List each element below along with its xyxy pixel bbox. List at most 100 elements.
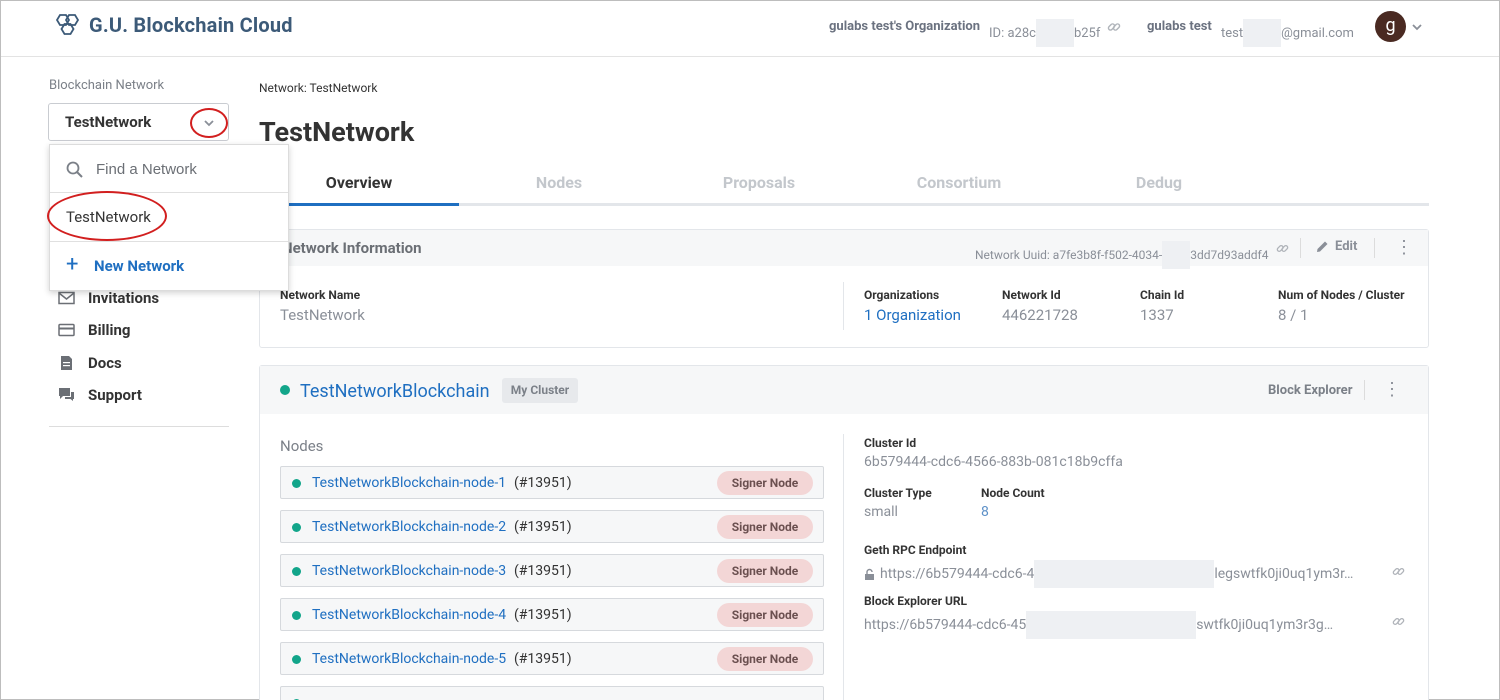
network-id-label: Network Id (1002, 288, 1061, 302)
geth-suffix: legswtfk0ji0uq1ym3r… (1214, 566, 1354, 582)
active-tab-indicator (259, 203, 459, 206)
node-link[interactable]: TestNetworkBlockchain-node-5 (312, 651, 506, 667)
hexagon-logo-icon (55, 14, 80, 35)
redacted-area (1035, 19, 1074, 47)
organizations-link[interactable]: 1 Organization (864, 306, 961, 324)
org-id-suffix: b25f (1073, 25, 1101, 41)
sidebar-item-billing[interactable]: Billing (58, 321, 130, 339)
num-nodes-value: 8 / 1 (1278, 306, 1309, 324)
sidebar-item-invitations[interactable]: Invitations (58, 289, 159, 307)
chevron-down-icon[interactable] (1411, 21, 1423, 33)
signer-node-badge: Signer Node (717, 603, 813, 627)
link-icon[interactable] (1392, 565, 1405, 578)
node-count-value: 8 (981, 504, 989, 520)
node-row: TestNetworkBlockchain-node-3 (#13951) Si… (280, 554, 824, 587)
node-id: (#13951) (514, 607, 572, 623)
block-explorer-button[interactable]: Block Explorer (1268, 383, 1352, 398)
network-search-input[interactable] (96, 157, 276, 181)
organization-name[interactable]: gulabs test's Organization (829, 19, 980, 34)
block-explorer-url[interactable]: https://6b579444-cdc6-45 swtfk0ji0uq1ym3… (864, 611, 1333, 639)
explorer-suffix: swtfk0ji0uq1ym3r3g… (1196, 617, 1334, 633)
cluster-card: TestNetworkBlockchain My Cluster Block E… (259, 365, 1429, 700)
app-logo[interactable]: G.U. Blockchain Cloud (53, 13, 293, 37)
cluster-type-value: small (864, 504, 898, 520)
document-icon (61, 356, 72, 370)
user-name[interactable]: gulabs test (1147, 19, 1212, 34)
chat-icon (59, 388, 74, 401)
uuid-suffix: 3dd7d93addf4 (1190, 248, 1269, 262)
signer-node-badge: Signer Node (717, 559, 813, 583)
link-icon[interactable] (1276, 242, 1289, 255)
geth-rpc-endpoint[interactable]: https://6b579444-cdc6-4 legswtfk0ji0uq1y… (864, 560, 1353, 588)
plus-icon: + (66, 252, 79, 277)
selected-network: TestNetwork (65, 113, 152, 131)
new-network-button[interactable]: + New Network (50, 242, 288, 290)
dropdown-toggle-highlight[interactable] (190, 108, 228, 138)
geth-rpc-label: Geth RPC Endpoint (864, 543, 967, 557)
tab-proposals[interactable]: Proposals (659, 173, 859, 192)
redacted-area (1026, 611, 1197, 639)
edit-label: Edit (1335, 239, 1358, 254)
sidebar-item-label: Invitations (88, 289, 160, 307)
node-row: TestNetworkBlockchain-node-5 (#13951) Si… (280, 642, 824, 675)
signer-node-badge: Signer Node (717, 471, 813, 495)
geth-prefix: https://6b579444-cdc6-4 (880, 566, 1035, 582)
chain-id-value: 1337 (1140, 306, 1174, 324)
avatar[interactable]: g (1375, 11, 1406, 42)
status-dot (292, 611, 301, 620)
signer-node-badge: Signer Node (717, 647, 813, 671)
cluster-type-label: Cluster Type (864, 486, 932, 500)
node-id: (#13951) (514, 475, 572, 491)
node-count-label: Node Count (981, 486, 1045, 500)
more-options-icon[interactable]: ⋮ (1383, 381, 1401, 399)
cluster-header: TestNetworkBlockchain My Cluster Block E… (260, 366, 1428, 414)
network-selector[interactable]: TestNetwork (48, 103, 229, 141)
network-name-label: Network Name (280, 288, 361, 302)
lock-icon (865, 568, 874, 580)
node-link[interactable]: TestNetworkBlockchain-node-1 (312, 475, 506, 491)
signer-node-badge: Signer Node (717, 515, 813, 539)
num-nodes-label: Num of Nodes / Cluster (1278, 288, 1405, 302)
org-id-prefix: ID: a28c (989, 25, 1036, 41)
user-email: test @gmail.com (1221, 19, 1354, 47)
email-suffix: @gmail.com (1281, 25, 1354, 41)
tab-nodes[interactable]: Nodes (459, 173, 659, 192)
sidebar-item-label: Docs (88, 354, 122, 372)
status-dot (292, 523, 301, 532)
more-options-icon[interactable]: ⋮ (1395, 239, 1413, 257)
tab-consortium[interactable]: Consortium (859, 173, 1059, 192)
divider (1364, 380, 1365, 400)
redacted-area (1243, 19, 1282, 47)
node-link[interactable]: TestNetworkBlockchain-node-3 (312, 563, 506, 579)
email-prefix: test (1221, 25, 1244, 41)
node-link[interactable]: TestNetworkBlockchain-node-4 (312, 607, 506, 623)
nodes-label: Nodes (280, 437, 324, 455)
chain-id-label: Chain Id (1140, 288, 1185, 302)
status-dot (280, 385, 290, 395)
network-name-value: TestNetwork (280, 306, 365, 324)
node-row-partial (280, 686, 824, 700)
sidebar-item-support[interactable]: Support (58, 386, 142, 404)
divider (843, 282, 844, 330)
card-title: Network Information (282, 239, 422, 257)
search-icon (66, 161, 83, 178)
new-network-label: New Network (94, 257, 185, 275)
node-id: (#13951) (514, 651, 572, 667)
node-link[interactable]: TestNetworkBlockchain-node-2 (312, 519, 506, 535)
tab-overview[interactable]: Overview (259, 173, 459, 192)
node-row: TestNetworkBlockchain-node-2 (#13951) Si… (280, 510, 824, 543)
cluster-id-label: Cluster Id (864, 436, 917, 450)
uuid-prefix: Network Uuid: a7fe3b8f-f502-4034- (975, 248, 1163, 262)
sidebar-item-docs[interactable]: Docs (58, 354, 122, 372)
cluster-id-value: 6b579444-cdc6-4566-883b-081c18b9cffa (864, 454, 1123, 470)
network-search (50, 145, 288, 193)
link-icon[interactable] (1107, 20, 1121, 34)
dropdown-item-testnetwork[interactable]: TestNetwork (47, 191, 288, 242)
edit-button[interactable]: Edit (1316, 239, 1357, 254)
tab-dedug[interactable]: Dedug (1059, 173, 1259, 192)
cluster-name[interactable]: TestNetworkBlockchain (300, 381, 490, 402)
app-name: G.U. Blockchain Cloud (89, 13, 293, 37)
link-icon[interactable] (1392, 615, 1405, 628)
node-row: TestNetworkBlockchain-node-4 (#13951) Si… (280, 598, 824, 631)
pencil-icon (1317, 241, 1328, 252)
